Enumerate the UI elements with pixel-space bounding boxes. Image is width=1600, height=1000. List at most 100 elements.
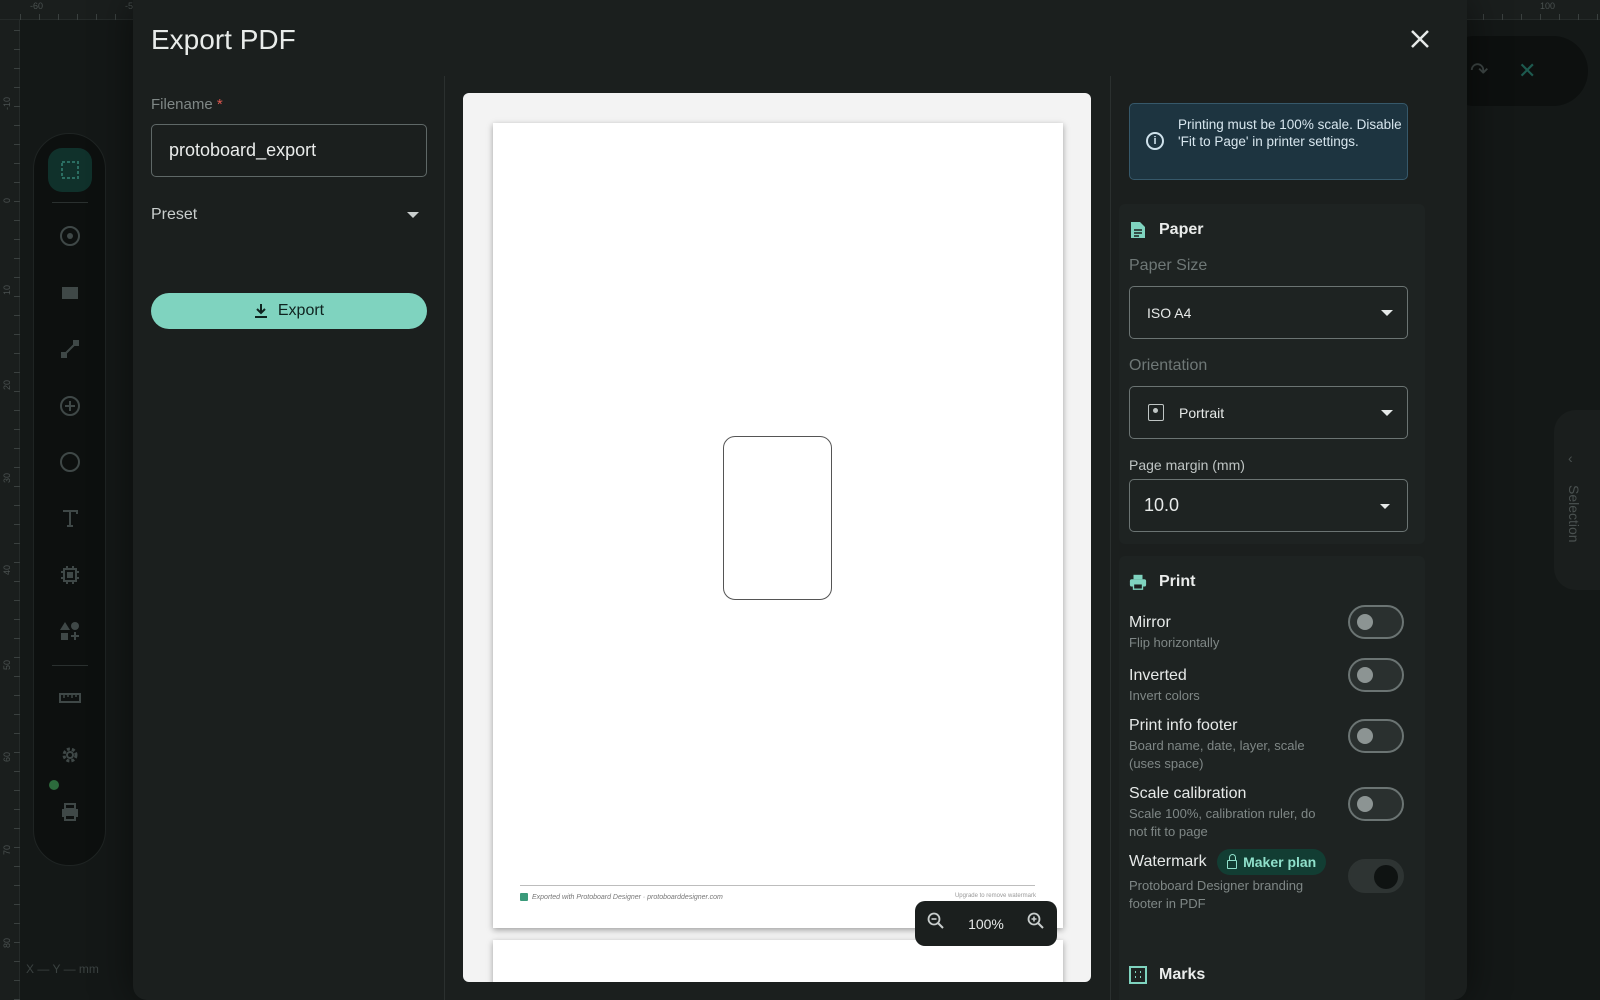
gear-icon[interactable]: [48, 733, 92, 777]
watermark-footer-text: Exported with Protoboard Designer · prot…: [532, 893, 723, 901]
orientation-select[interactable]: Portrait: [1129, 386, 1408, 439]
ruler-tick: [58, 14, 59, 20]
ruler-tick: [14, 581, 20, 582]
ruler-label: 50: [2, 659, 12, 670]
ruler-label: 70: [2, 844, 12, 855]
ruler-tick: [14, 942, 20, 943]
ruler-tick: [1578, 14, 1579, 20]
ruler-tick: [14, 505, 20, 506]
trace-tool-icon[interactable]: [48, 327, 92, 371]
inverted-toggle[interactable]: [1348, 658, 1404, 692]
print-heading: Print: [1129, 573, 1195, 591]
add-via-tool-icon[interactable]: [48, 384, 92, 428]
tool-palette: [33, 133, 106, 866]
close-icon[interactable]: ✕: [1518, 58, 1536, 84]
ruler-tick: [14, 657, 20, 658]
rectangle-tool-icon[interactable]: [48, 271, 92, 315]
ruler-tick: [14, 68, 20, 69]
dialog-title: Export PDF: [151, 24, 296, 55]
text-tool-icon[interactable]: [48, 496, 92, 540]
printer-icon: [1129, 573, 1147, 591]
zoom-control: 100%: [915, 901, 1057, 946]
ruler-tick: [77, 14, 78, 20]
document-icon: [1129, 221, 1147, 239]
toggle-knob: [1357, 796, 1373, 812]
preset-label: Preset: [151, 206, 198, 223]
watermark-row: Watermark Maker plan Protoboard Designer…: [1129, 849, 1408, 913]
scale-calibration-toggle[interactable]: [1348, 787, 1404, 821]
select-tool-icon[interactable]: [48, 148, 92, 192]
watermark-title: Watermark: [1129, 853, 1207, 871]
print-footer-subtitle: Board name, date, layer, scale (uses spa…: [1129, 738, 1305, 771]
ruler-label: 60: [2, 751, 12, 762]
coordinate-readout: X — Y — mm: [26, 962, 99, 976]
settings-column: i Printing must be 100% scale. Disable '…: [1110, 76, 1467, 1000]
ruler-tick: [14, 49, 20, 50]
zoom-in-icon[interactable]: [1027, 912, 1045, 935]
ruler-tick: [14, 467, 20, 468]
print-footer-toggle[interactable]: [1348, 719, 1404, 753]
ruler-label: 40: [2, 564, 12, 575]
ruler-tick: [1597, 14, 1598, 20]
ruler-tick: [14, 144, 20, 145]
redo-icon[interactable]: ↷: [1470, 58, 1488, 84]
selection-panel-tab[interactable]: ‹ Selection: [1554, 410, 1600, 590]
page-margin-select[interactable]: 10.0: [1129, 479, 1408, 532]
ruler-tick: [14, 239, 20, 240]
ruler-label: 30: [2, 472, 12, 483]
ruler-tick: [14, 429, 20, 430]
maker-plan-badge[interactable]: Maker plan: [1217, 849, 1327, 875]
ruler-tick: [14, 334, 20, 335]
ruler-tick: [14, 30, 20, 31]
preset-select[interactable]: Preset: [151, 206, 427, 236]
ruler-tick: [14, 638, 20, 639]
shapes-tool-icon[interactable]: [48, 609, 92, 653]
ruler-tick: [14, 752, 20, 753]
preview-page-2: [493, 940, 1063, 982]
ruler-tick: [1483, 14, 1484, 20]
marks-heading: Marks: [1129, 966, 1205, 984]
ruler-tick: [96, 14, 97, 20]
footer-divider: [520, 885, 1035, 886]
ruler-tick: [39, 14, 40, 20]
ruler-tick: [14, 866, 20, 867]
close-button[interactable]: [1405, 24, 1435, 54]
upgrade-note: Upgrade to remove watermark: [954, 893, 1036, 899]
zoom-out-icon[interactable]: [927, 912, 945, 935]
ruler-tick: [1502, 14, 1503, 20]
ruler-tick: [1559, 14, 1560, 20]
circle-tool-icon[interactable]: [48, 440, 92, 484]
ruler-tick: [14, 543, 20, 544]
ruler-tick: [14, 714, 20, 715]
ruler-tick: [14, 410, 20, 411]
pad-tool-icon[interactable]: [48, 214, 92, 258]
mirror-toggle[interactable]: [1348, 605, 1404, 639]
printer-icon[interactable]: [48, 790, 92, 834]
toggle-knob: [1357, 728, 1373, 744]
mirror-subtitle: Flip horizontally: [1129, 635, 1220, 650]
toggle-knob: [1374, 865, 1398, 889]
scale-calibration-row: Scale calibration Scale 100%, calibratio…: [1129, 785, 1408, 841]
ruler-tick: [14, 296, 20, 297]
filename-input[interactable]: [151, 124, 427, 177]
chip-tool-icon[interactable]: [48, 553, 92, 597]
close-icon: [1411, 30, 1429, 48]
ruler-label: -10: [2, 96, 12, 110]
ruler-label: 0: [2, 197, 12, 203]
status-dot: [49, 780, 59, 790]
watermark-toggle[interactable]: [1348, 859, 1404, 893]
watermark-subtitle: Protoboard Designer branding footer in P…: [1129, 878, 1304, 911]
inverted-subtitle: Invert colors: [1129, 688, 1200, 703]
ruler-tick: [14, 980, 20, 981]
export-button[interactable]: Export: [151, 293, 427, 329]
download-icon: [254, 304, 267, 318]
ruler-tool-icon[interactable]: [48, 676, 92, 720]
filename-label-text: Filename: [151, 96, 213, 113]
print-footer-row: Print info footer Board name, date, laye…: [1129, 717, 1408, 773]
export-options-column: Filename * Preset Export: [133, 76, 445, 1000]
pdf-preview[interactable]: Exported with Protoboard Designer · prot…: [463, 93, 1091, 982]
ruler-tick: [14, 790, 20, 791]
ruler-tick: [20, 14, 21, 20]
info-text: Printing must be 100% scale. Disable 'Fi…: [1178, 117, 1402, 149]
paper-size-select[interactable]: ISO A4: [1129, 286, 1408, 339]
